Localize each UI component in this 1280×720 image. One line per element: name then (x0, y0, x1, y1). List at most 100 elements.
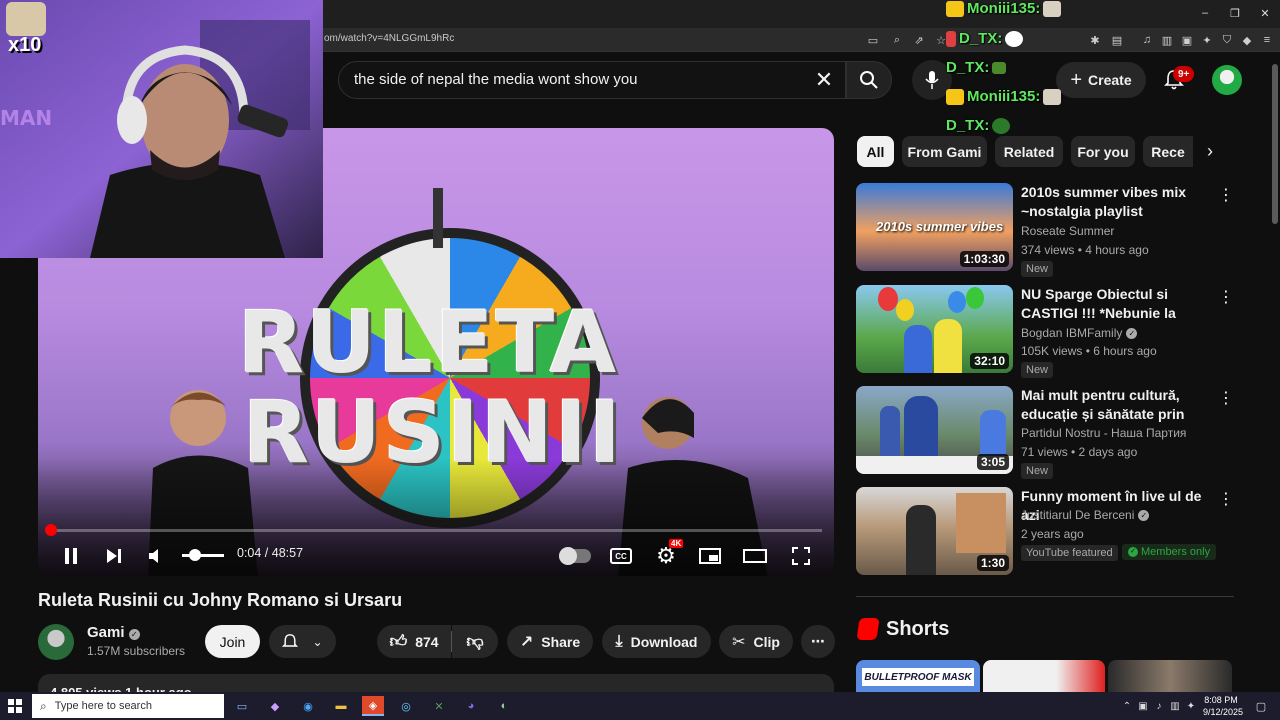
recommendation-item[interactable]: 2010s summer vibes 1:03:30 2010s summer … (856, 183, 1256, 277)
steam-icon[interactable]: ◎ (395, 696, 417, 716)
notifications-center-icon[interactable]: ▢ (1250, 696, 1272, 716)
chip-recent[interactable]: Rece (1143, 136, 1193, 167)
create-button[interactable]: + Create (1056, 62, 1146, 98)
taskbar-search[interactable]: ⌕ Type here to search (32, 694, 224, 718)
app-icon[interactable]: ◆ (264, 696, 286, 716)
recommendation-thumbnail[interactable]: 3:05 (856, 386, 1013, 474)
menu-icon[interactable]: ≡ (1260, 33, 1274, 47)
pause-button[interactable] (58, 544, 84, 568)
browser-icon[interactable]: ◈ (362, 696, 384, 716)
shield-icon[interactable]: ⛉ (1220, 33, 1234, 47)
recommendation-item[interactable]: 1:30 Funny moment în live ul de azi Just… (856, 487, 1256, 577)
copilot-icon[interactable]: ◉ (297, 696, 319, 716)
theater-mode-button[interactable] (742, 544, 768, 568)
wallet-icon[interactable]: ▣ (1180, 33, 1194, 47)
extensions-icon[interactable]: ✱ (1088, 33, 1102, 47)
recommendation-channel[interactable]: Partidul Nostru - Наша Партия (1021, 426, 1186, 440)
like-button[interactable]: 👍︎ 874 (377, 625, 451, 658)
scrollbar-thumb[interactable] (1272, 64, 1278, 224)
thumbnail-caption: 2010s summer vibes (876, 219, 1004, 234)
chat-user: Moniii135: (967, 0, 1041, 17)
fullscreen-button[interactable] (788, 544, 814, 568)
verified-icon: ✓ (1126, 327, 1138, 339)
share-button[interactable]: ↗ Share (507, 625, 593, 658)
more-options-icon[interactable]: ⋮ (1218, 287, 1234, 307)
ai-icon[interactable]: ✦ (1200, 33, 1214, 47)
recommendation-title[interactable]: 2010s summer vibes mix ~nostalgia playli… (1021, 183, 1221, 221)
app-icon[interactable]: ◐ (493, 696, 515, 716)
recommendation-thumbnail[interactable]: 1:30 (856, 487, 1013, 575)
recommendation-channel[interactable]: Justitiarul De Berceni ✓ (1021, 508, 1150, 522)
channel-text[interactable]: Justitiarul De Berceni (1021, 508, 1134, 522)
pause-icon (65, 548, 77, 564)
chevron-right-icon: › (1207, 141, 1213, 161)
more-options-icon[interactable]: ⋮ (1218, 489, 1234, 509)
app-icon[interactable]: ✕ (428, 696, 450, 716)
user-avatar[interactable] (1212, 65, 1242, 95)
more-options-icon[interactable]: ⋮ (1218, 185, 1234, 205)
tray-app-icon[interactable]: ✦ (1180, 696, 1202, 716)
chips-next-arrow[interactable]: › (1195, 136, 1225, 167)
recommendation-thumbnail[interactable]: 2010s summer vibes 1:03:30 (856, 183, 1013, 271)
mute-button[interactable] (143, 544, 169, 568)
more-options-icon[interactable]: ⋮ (1218, 388, 1234, 408)
task-view-icon[interactable]: ▭ (231, 696, 253, 716)
search-button[interactable] (846, 61, 892, 99)
share-page-icon[interactable]: ⇗ (912, 33, 926, 47)
tab-search-icon[interactable]: ▤ (1110, 33, 1124, 47)
zoom-icon[interactable]: ⌕ (890, 33, 904, 47)
close-window-button[interactable]: ✕ (1256, 6, 1274, 20)
fullscreen-icon (792, 547, 810, 565)
members-label: Members only (1141, 546, 1211, 558)
autoplay-toggle[interactable] (558, 544, 592, 568)
maximize-button[interactable]: ❐ (1226, 6, 1244, 20)
recommendation-title[interactable]: NU Sparge Obiectul si CASTIGI !!! *Nebun… (1021, 285, 1221, 323)
join-button[interactable]: Join (205, 625, 260, 658)
minimize-button[interactable]: – (1196, 6, 1214, 20)
search-query-text[interactable]: the side of nepal the media wont show yo… (354, 71, 638, 88)
clip-button[interactable]: ✂ Clip (719, 625, 793, 658)
short-thumbnail[interactable]: BULLETPROOF MASK (856, 660, 980, 692)
recommendation-channel[interactable]: Roseate Summer (1021, 224, 1114, 238)
chip-from-gami[interactable]: From Gami (902, 136, 987, 167)
miniplayer-button[interactable] (697, 544, 723, 568)
emote-icon (992, 61, 1007, 74)
channel-avatar[interactable] (38, 624, 74, 660)
sidebar-icon[interactable]: ▥ (1160, 33, 1174, 47)
more-actions-button[interactable]: ⋯ (801, 625, 835, 658)
progress-scrubber[interactable] (44, 524, 57, 536)
recommendation-item[interactable]: 32:10 NU Sparge Obiectul si CASTIGI !!! … (856, 285, 1256, 378)
clear-search-icon[interactable]: ✕ (812, 67, 836, 92)
chip-all[interactable]: All (857, 136, 894, 167)
dislike-button[interactable]: 👎︎ (452, 625, 498, 658)
download-button[interactable]: ⤓ Download (602, 625, 711, 658)
video-duration: 3:05 (976, 454, 1009, 470)
chip-related[interactable]: Related (995, 136, 1063, 167)
short-thumbnail[interactable] (1108, 660, 1232, 692)
channel-name[interactable]: Gami ✓ (87, 624, 140, 641)
recommendation-title[interactable]: Mai mult pentru cultură, educație și săn… (1021, 386, 1221, 424)
clock-date[interactable]: 9/12/2025 (1203, 707, 1243, 717)
subscription-bell-button[interactable]: ⌄ (269, 625, 336, 658)
recommendation-meta: 71 views • 2 days ago (1021, 445, 1138, 459)
chip-for-you[interactable]: For you (1071, 136, 1135, 167)
file-explorer-icon[interactable]: ▬ (330, 696, 352, 716)
recommendation-channel[interactable]: Bogdan IBMFamily ✓ (1021, 326, 1138, 340)
channel-text[interactable]: Bogdan IBMFamily (1021, 326, 1122, 340)
discord-icon[interactable]: ◕ (460, 696, 482, 716)
recommendation-thumbnail[interactable]: 32:10 (856, 285, 1013, 373)
progress-bar[interactable] (50, 529, 822, 532)
recommendation-item[interactable]: 3:05 Mai mult pentru cultură, educație ș… (856, 386, 1256, 479)
url-text[interactable]: om/watch?v=4NLGGmL9hRc (324, 33, 454, 44)
streamer-webcam: MAN x10 (0, 0, 323, 258)
screen-cast-icon[interactable]: ▭ (866, 33, 880, 47)
windows-start-icon[interactable] (8, 699, 22, 713)
captions-button[interactable]: CC (608, 544, 634, 568)
volume-knob[interactable] (188, 549, 201, 561)
short-thumbnail[interactable] (983, 660, 1105, 692)
clock-time[interactable]: 8:08 PM (1203, 695, 1239, 705)
music-icon[interactable]: ♫ (1140, 33, 1154, 47)
vpn-icon[interactable]: ◆ (1240, 33, 1254, 47)
next-button[interactable] (101, 544, 127, 568)
channel-name-text[interactable]: Gami (87, 624, 125, 641)
